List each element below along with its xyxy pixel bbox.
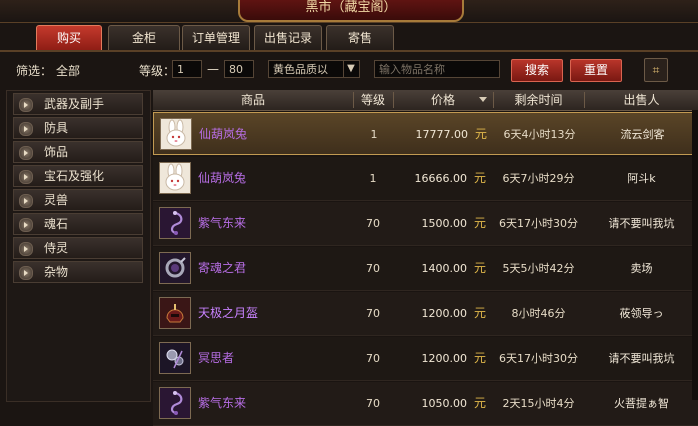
table-header: 商品 等级 价格 剩余时间 出售人 bbox=[153, 90, 698, 111]
arrow-right-icon bbox=[19, 146, 33, 160]
item-price: 1200.00 bbox=[421, 307, 468, 320]
tab-consign[interactable]: 寄售 bbox=[326, 25, 394, 51]
seller-name: 请不要叫我坑 bbox=[608, 217, 675, 230]
item-level: 1 bbox=[369, 172, 377, 185]
table-row[interactable]: 仙葫岚兔 1 17777.00 元 6天4小时13分 流云剑客 bbox=[153, 112, 698, 155]
sort-desc-icon[interactable] bbox=[479, 97, 487, 102]
item-name[interactable]: 紫气东来 bbox=[198, 382, 246, 425]
currency-label: 元 bbox=[474, 306, 487, 320]
arrow-right-icon bbox=[19, 170, 33, 184]
currency-label: 元 bbox=[474, 216, 487, 230]
swirl-charm-icon[interactable] bbox=[159, 207, 191, 239]
item-price: 17777.00 bbox=[415, 128, 469, 141]
category-misc[interactable]: 杂物 bbox=[13, 261, 143, 283]
window-title: 黑市（藏宝阁） bbox=[238, 0, 464, 22]
item-price: 1500.00 bbox=[421, 217, 468, 230]
category-pets[interactable]: 灵兽 bbox=[13, 189, 143, 211]
search-button[interactable]: 搜索 bbox=[511, 59, 563, 82]
item-level: 70 bbox=[366, 397, 380, 410]
listing-table: 商品 等级 价格 剩余时间 出售人 仙葫岚兔 1 17777.00 元 6天4小时13分… bbox=[153, 90, 698, 426]
currency-label: 元 bbox=[474, 396, 487, 410]
seller-name: 请不要叫我坑 bbox=[608, 352, 675, 365]
expand-icon[interactable]: ⌗ bbox=[644, 58, 668, 82]
column-item[interactable]: 商品 bbox=[153, 90, 353, 110]
seller-name: 阿斗k bbox=[627, 172, 656, 185]
table-row[interactable]: 天极之月盔 70 1200.00 元 8小时46分 莜领导っ bbox=[153, 292, 698, 336]
category-sidebar: 武器及副手 防具 饰品 宝石及强化 灵兽 魂石 侍灵 杂物 bbox=[6, 90, 151, 402]
orb-charm-icon[interactable] bbox=[159, 342, 191, 374]
item-name[interactable]: 寄魂之君 bbox=[198, 247, 246, 290]
item-level: 70 bbox=[366, 352, 380, 365]
rabbit-icon[interactable] bbox=[159, 162, 191, 194]
time-left: 6天4小时13分 bbox=[503, 128, 576, 141]
arrow-right-icon bbox=[19, 194, 33, 208]
item-name[interactable]: 冥思者 bbox=[198, 337, 234, 380]
arrow-right-icon bbox=[19, 98, 33, 112]
level-max-input[interactable]: 80 bbox=[224, 60, 254, 78]
table-row[interactable]: 紫气东来 70 1050.00 元 2天15小时4分 火菩提ぁ智 bbox=[153, 382, 698, 426]
item-level: 70 bbox=[366, 217, 380, 230]
tab-vault[interactable]: 金柜 bbox=[108, 25, 180, 51]
item-price: 1050.00 bbox=[421, 397, 468, 410]
arrow-right-icon bbox=[19, 218, 33, 232]
column-time-left[interactable]: 剩余时间 bbox=[493, 90, 584, 110]
item-price: 1400.00 bbox=[421, 262, 468, 275]
currency-label: 元 bbox=[474, 261, 487, 275]
scrollbar[interactable] bbox=[692, 110, 698, 400]
item-price: 1200.00 bbox=[421, 352, 468, 365]
category-weapons[interactable]: 武器及副手 bbox=[13, 93, 143, 115]
level-label: 等级： bbox=[139, 64, 176, 78]
category-gems[interactable]: 宝石及强化 bbox=[13, 165, 143, 187]
arrow-right-icon bbox=[19, 242, 33, 256]
table-row[interactable]: 冥思者 70 1200.00 元 6天17小时30分 请不要叫我坑 bbox=[153, 337, 698, 381]
seller-name: 火菩提ぁ智 bbox=[614, 397, 669, 410]
seller-name: 流云剑客 bbox=[620, 128, 665, 141]
serpent-ring-icon[interactable] bbox=[159, 252, 191, 284]
level-min-input[interactable]: 1 bbox=[172, 60, 202, 78]
time-left: 6天17小时30分 bbox=[499, 217, 578, 230]
category-accessories[interactable]: 饰品 bbox=[13, 141, 143, 163]
level-separator: — bbox=[207, 62, 219, 76]
chevron-down-icon[interactable]: ▼ bbox=[343, 61, 358, 77]
time-left: 6天7小时29分 bbox=[502, 172, 575, 185]
item-level: 70 bbox=[366, 307, 380, 320]
filter-label: 筛选： bbox=[16, 64, 53, 78]
seller-name: 卖场 bbox=[630, 262, 653, 275]
category-soul-stones[interactable]: 魂石 bbox=[13, 213, 143, 235]
column-level[interactable]: 等级 bbox=[353, 90, 393, 110]
table-row[interactable]: 仙葫岚兔 1 16666.00 元 6天7小时29分 阿斗k bbox=[153, 157, 698, 201]
rabbit-icon[interactable] bbox=[160, 118, 192, 150]
tab-buy[interactable]: 购买 bbox=[36, 25, 102, 51]
item-name[interactable]: 天极之月盔 bbox=[198, 292, 258, 335]
swirl-charm-icon[interactable] bbox=[159, 387, 191, 419]
item-price: 16666.00 bbox=[414, 172, 468, 185]
tab-order-management[interactable]: 订单管理 bbox=[182, 25, 250, 51]
item-level: 70 bbox=[366, 262, 380, 275]
reset-button[interactable]: 重置 bbox=[570, 59, 622, 82]
item-level: 1 bbox=[370, 128, 378, 141]
tab-sales-record[interactable]: 出售记录 bbox=[254, 25, 322, 51]
currency-label: 元 bbox=[474, 171, 487, 185]
filter-value[interactable]: 全部 bbox=[56, 62, 80, 79]
column-seller[interactable]: 出售人 bbox=[585, 90, 698, 110]
time-left: 6天17小时30分 bbox=[499, 352, 578, 365]
arrow-right-icon bbox=[19, 266, 33, 280]
table-row[interactable]: 紫气东来 70 1500.00 元 6天17小时30分 请不要叫我坑 bbox=[153, 202, 698, 246]
time-left: 8小时46分 bbox=[511, 307, 566, 320]
column-price[interactable]: 价格 bbox=[393, 90, 493, 110]
search-input[interactable]: 输入物品名称 bbox=[374, 60, 500, 78]
item-name[interactable]: 仙葫岚兔 bbox=[199, 113, 247, 156]
item-name[interactable]: 仙葫岚兔 bbox=[198, 157, 246, 200]
helmet-icon[interactable] bbox=[159, 297, 191, 329]
table-row[interactable]: 寄魂之君 70 1400.00 元 5天5小时42分 卖场 bbox=[153, 247, 698, 291]
item-name[interactable]: 紫气东来 bbox=[198, 202, 246, 245]
seller-name: 莜领导っ bbox=[619, 307, 664, 320]
category-spirits[interactable]: 侍灵 bbox=[13, 237, 143, 259]
time-left: 2天15小时4分 bbox=[502, 397, 575, 410]
arrow-right-icon bbox=[19, 122, 33, 136]
category-armor[interactable]: 防具 bbox=[13, 117, 143, 139]
currency-label: 元 bbox=[474, 351, 487, 365]
time-left: 5天5小时42分 bbox=[502, 262, 575, 275]
currency-label: 元 bbox=[475, 127, 488, 141]
